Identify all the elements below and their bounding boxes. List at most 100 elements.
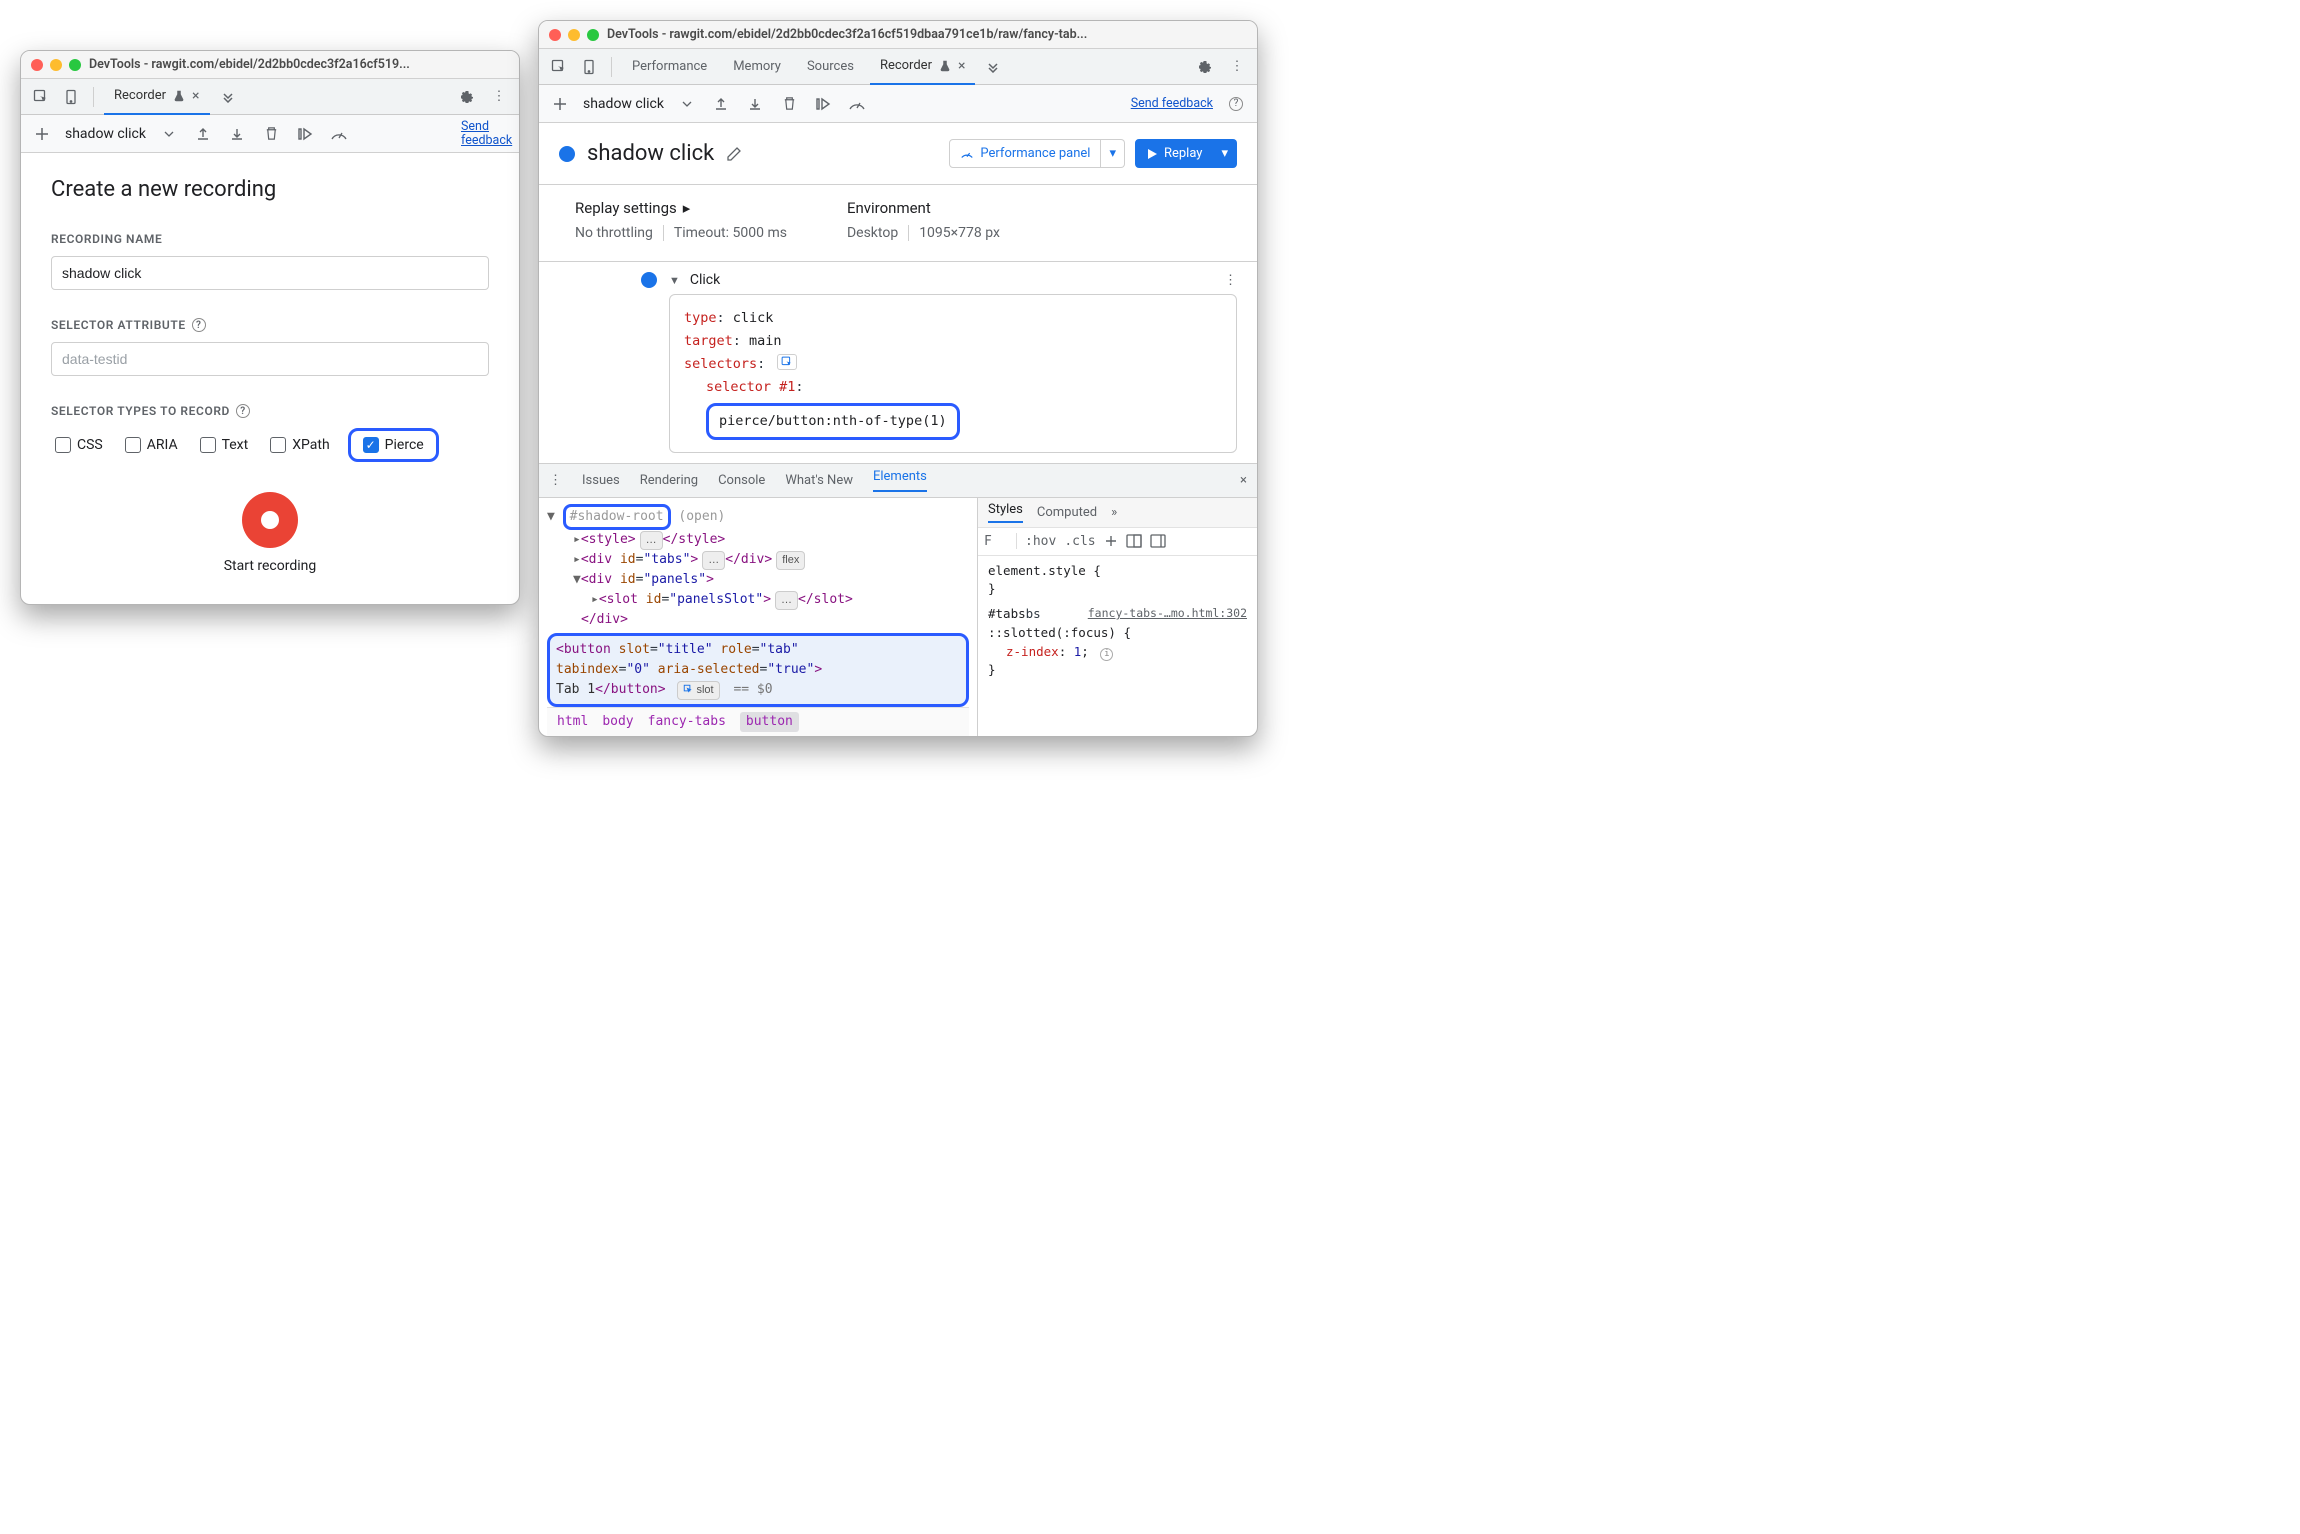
timeout-value[interactable]: Timeout: 5000 ms — [674, 225, 787, 241]
add-icon[interactable] — [549, 93, 571, 115]
record-button[interactable] — [242, 492, 298, 548]
traffic-lights[interactable] — [31, 59, 81, 71]
tab-console[interactable]: Console — [718, 473, 765, 488]
zoom-icon[interactable] — [587, 29, 599, 41]
replay-settings-header[interactable]: Replay settings ▸ — [575, 199, 787, 217]
drawer-tabs: ⋮ Issues Rendering Console What's New El… — [539, 464, 1257, 498]
kebab-icon[interactable]: ⋮ — [487, 85, 511, 109]
more-tabs-icon[interactable] — [216, 85, 240, 109]
tab-sources[interactable]: Sources — [797, 49, 864, 85]
import-icon[interactable] — [226, 123, 248, 145]
kebab-icon[interactable]: ⋮ — [1224, 273, 1237, 288]
settings-icon[interactable] — [455, 85, 479, 109]
minimize-icon[interactable] — [50, 59, 62, 71]
speed-icon[interactable] — [328, 123, 350, 145]
tab-performance[interactable]: Performance — [622, 49, 717, 85]
cls-toggle[interactable]: .cls — [1064, 534, 1095, 549]
recording-name[interactable]: shadow click — [65, 126, 146, 142]
import-icon[interactable] — [744, 93, 766, 115]
chevron-down-icon[interactable]: ▼ — [669, 274, 680, 287]
tab-recorder[interactable]: Recorder × — [870, 49, 976, 85]
selector-attribute-input[interactable] — [51, 342, 489, 376]
dom-tree[interactable]: ▼ #shadow-root (open) ▸<style>…</style> … — [539, 498, 977, 736]
more-tabs-icon[interactable]: » — [1111, 505, 1117, 520]
tab-rendering[interactable]: Rendering — [640, 473, 698, 488]
inspect-icon[interactable] — [29, 85, 53, 109]
step-header[interactable]: ▼ Click ⋮ — [669, 272, 1237, 288]
chevron-down-icon[interactable]: ▾ — [1101, 139, 1125, 168]
source-link[interactable]: fancy-tabs-…mo.html:302 — [1088, 605, 1247, 622]
flex-badge[interactable]: flex — [776, 551, 805, 570]
zoom-icon[interactable] — [69, 59, 81, 71]
close-tab-icon[interactable]: × — [192, 88, 199, 104]
close-icon[interactable]: × — [1240, 473, 1247, 488]
chevron-down-icon[interactable]: ▾ — [1213, 139, 1237, 168]
devtools-window-left: DevTools - rawgit.com/ebidel/2d2bb0cdec3… — [20, 50, 520, 605]
performance-panel-button[interactable]: Performance panel ▾ — [949, 139, 1125, 168]
titlebar[interactable]: DevTools - rawgit.com/ebidel/2d2bb0cdec3… — [539, 21, 1257, 49]
more-tabs-icon[interactable] — [981, 55, 1005, 79]
inspect-icon[interactable] — [777, 354, 797, 370]
checkbox-pierce[interactable]: Pierce — [359, 435, 428, 455]
trash-icon[interactable] — [260, 123, 282, 145]
kebab-icon[interactable]: ⋮ — [1225, 55, 1249, 79]
recording-name-input[interactable] — [51, 256, 489, 290]
hov-toggle[interactable]: :hov — [1025, 534, 1056, 549]
filter-input[interactable]: F — [984, 534, 1008, 549]
send-feedback-link[interactable]: Send feedback — [461, 120, 509, 148]
throttling-value[interactable]: No throttling — [575, 225, 653, 241]
dropdown-icon[interactable] — [676, 93, 698, 115]
recording-name[interactable]: shadow click — [583, 96, 664, 112]
add-rule-icon[interactable] — [1104, 534, 1118, 548]
tab-elements[interactable]: Elements — [873, 469, 927, 492]
edit-icon[interactable] — [726, 146, 742, 162]
device-icon[interactable] — [59, 85, 83, 109]
minimize-icon[interactable] — [568, 29, 580, 41]
device-icon[interactable] — [577, 55, 601, 79]
help-icon[interactable]: ? — [192, 318, 206, 332]
tab-recorder[interactable]: Recorder × — [104, 79, 210, 115]
settings-icon[interactable] — [1193, 55, 1217, 79]
close-icon[interactable] — [549, 29, 561, 41]
tab-computed[interactable]: Computed — [1037, 505, 1097, 520]
tab-styles[interactable]: Styles — [988, 502, 1023, 523]
sidebar-toggle-icon[interactable] — [1150, 534, 1166, 548]
export-icon[interactable] — [710, 93, 732, 115]
tab-issues[interactable]: Issues — [582, 473, 620, 488]
add-icon[interactable] — [31, 123, 53, 145]
dropdown-icon[interactable] — [158, 123, 180, 145]
traffic-lights[interactable] — [549, 29, 599, 41]
styles-rules[interactable]: element.style { } fancy-tabs-…mo.html:30… — [978, 556, 1257, 687]
crumb-fancy-tabs[interactable]: fancy-tabs — [648, 712, 726, 732]
close-tab-icon[interactable]: × — [958, 58, 965, 74]
crumb-button[interactable]: button — [740, 712, 799, 732]
checkbox-css[interactable]: CSS — [51, 435, 107, 455]
replay-button[interactable]: Replay ▾ — [1135, 139, 1237, 168]
play-step-icon[interactable] — [294, 123, 316, 145]
tab-whats-new[interactable]: What's New — [785, 473, 853, 488]
highlight-shadow-root: #shadow-root — [563, 504, 671, 530]
help-icon[interactable]: ? — [236, 404, 250, 418]
play-step-icon[interactable] — [812, 93, 834, 115]
close-icon[interactable] — [31, 59, 43, 71]
slot-badge[interactable]: slot — [677, 681, 719, 700]
titlebar[interactable]: DevTools - rawgit.com/ebidel/2d2bb0cdec3… — [21, 51, 519, 79]
kebab-icon[interactable]: ⋮ — [549, 473, 562, 488]
checkbox-xpath[interactable]: XPath — [266, 435, 333, 455]
send-feedback-link[interactable]: Send feedback — [1131, 96, 1213, 111]
checkbox-text[interactable]: Text — [196, 435, 253, 455]
speed-icon[interactable] — [846, 93, 868, 115]
breadcrumb[interactable]: html body fancy-tabs button — [547, 707, 969, 736]
inspect-icon[interactable] — [547, 55, 571, 79]
trash-icon[interactable] — [778, 93, 800, 115]
step-details-card[interactable]: type: click target: main selectors: sele… — [669, 294, 1237, 453]
info-icon[interactable]: i — [1100, 648, 1113, 661]
checkbox-aria[interactable]: ARIA — [121, 435, 182, 455]
env-device: Desktop — [847, 225, 898, 241]
crumb-html[interactable]: html — [557, 712, 588, 732]
computed-panel-icon[interactable] — [1126, 534, 1142, 548]
crumb-body[interactable]: body — [602, 712, 633, 732]
export-icon[interactable] — [192, 123, 214, 145]
help-icon[interactable]: ? — [1225, 93, 1247, 115]
tab-memory[interactable]: Memory — [723, 49, 791, 85]
